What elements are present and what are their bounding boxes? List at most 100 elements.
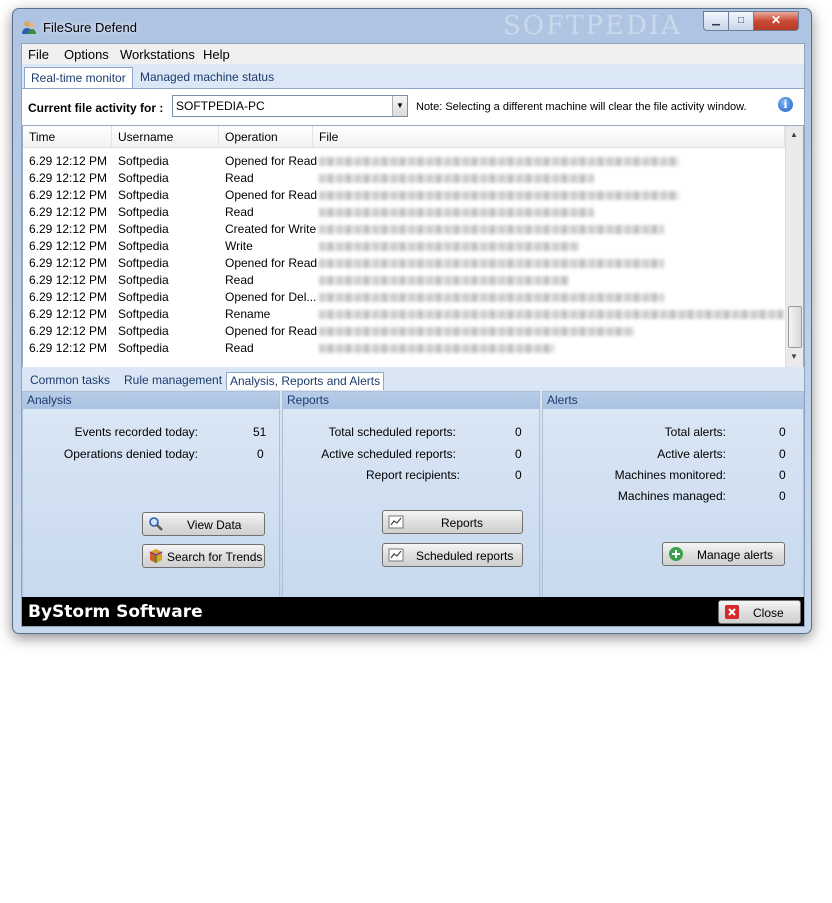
table-row[interactable]: 6.29 12:12 PM Softpedia Write [23, 238, 785, 255]
table-row[interactable]: 6.29 12:12 PM Softpedia Read [23, 340, 785, 357]
table-row[interactable]: 6.29 12:12 PM Softpedia Opened for Read [23, 153, 785, 170]
machine-select-value: SOFTPEDIA-PC [176, 99, 265, 113]
tab-realtime-monitor[interactable]: Real-time monitor [24, 67, 133, 88]
reports-panel-title: Reports [283, 392, 539, 409]
scroll-down-icon[interactable]: ▼ [790, 352, 798, 361]
cell-username: Softpedia [118, 290, 169, 304]
file-activity-grid[interactable]: Time Username Operation File 6.29 12:12 … [22, 125, 804, 387]
total-alerts-label: Total alerts: [664, 425, 726, 439]
table-row[interactable]: 6.29 12:12 PM Softpedia Opened for Del... [23, 289, 785, 306]
cell-operation: Created for Write [225, 222, 317, 236]
machines-managed-label: Machines managed: [617, 489, 726, 503]
column-header-operation[interactable]: Operation [219, 126, 313, 148]
reports-button[interactable]: Reports [382, 510, 523, 534]
maximize-button[interactable]: □ [728, 11, 754, 31]
menu-file[interactable]: File [28, 47, 49, 62]
report-recipients-value: 0 [515, 468, 522, 482]
reports-panel: Reports Total scheduled reports: 0 Activ… [282, 391, 540, 600]
machine-select[interactable]: SOFTPEDIA-PC ▼ [172, 95, 408, 117]
cell-time: 6.29 12:12 PM [29, 239, 108, 253]
cell-file-redacted [319, 208, 594, 217]
cell-time: 6.29 12:12 PM [29, 256, 108, 270]
cell-file-redacted [319, 276, 569, 285]
bottom-panel: Common tasks Rule management Analysis, R… [22, 367, 804, 903]
table-row[interactable]: 6.29 12:12 PM Softpedia Created for Write [23, 221, 785, 238]
cell-time: 6.29 12:12 PM [29, 205, 108, 219]
info-icon[interactable]: i [778, 97, 793, 112]
watermark-overlay: SOFTPEDIA [132, 879, 274, 903]
scroll-up-icon[interactable]: ▲ [790, 130, 798, 139]
table-row[interactable]: 6.29 12:12 PM Softpedia Read [23, 204, 785, 221]
main-window: FileSure Defend SOFTPEDIA ▁ □ ✕ File Opt… [12, 8, 812, 903]
activity-toolbar: Current file activity for : SOFTPEDIA-PC… [22, 88, 804, 125]
cell-time: 6.29 12:12 PM [29, 307, 108, 321]
cell-operation: Rename [225, 307, 271, 321]
cell-username: Softpedia [118, 222, 169, 236]
cell-operation: Opened for Read [225, 256, 318, 270]
chevron-down-icon[interactable]: ▼ [392, 96, 407, 116]
vertical-scroll-thumb[interactable] [788, 306, 802, 348]
close-window-button[interactable]: ✕ [753, 11, 799, 31]
total-alerts-value: 0 [779, 425, 786, 439]
table-row[interactable]: 6.29 12:12 PM Softpedia Opened for Read [23, 255, 785, 272]
search-for-trends-button[interactable]: Search for Trends [142, 544, 265, 568]
cell-username: Softpedia [118, 324, 169, 338]
footer-bar: ByStorm Software Close [22, 597, 804, 626]
menu-options[interactable]: Options [64, 47, 109, 62]
scheduled-reports-label: Scheduled reports [416, 549, 514, 563]
cell-operation: Read [225, 273, 254, 287]
cell-time: 6.29 12:12 PM [29, 341, 108, 355]
menu-help[interactable]: Help [203, 47, 230, 62]
view-data-button[interactable]: View Data [142, 512, 265, 536]
cell-operation: Read [225, 341, 254, 355]
cell-file-redacted [319, 174, 594, 183]
vertical-scrollbar[interactable]: ▲ ▼ [785, 126, 803, 370]
close-button[interactable]: Close [718, 600, 801, 624]
scheduled-reports-button[interactable]: Scheduled reports [382, 543, 523, 567]
table-row[interactable]: 6.29 12:12 PM Softpedia Opened for Read [23, 323, 785, 340]
cell-time: 6.29 12:12 PM [29, 222, 108, 236]
table-row[interactable]: 6.29 12:12 PM Softpedia Opened for Read [23, 187, 785, 204]
cell-username: Softpedia [118, 307, 169, 321]
report-recipients-label: Report recipients: [365, 468, 460, 482]
table-row[interactable]: 6.29 12:12 PM Softpedia Read [23, 170, 785, 187]
tab-common-tasks[interactable]: Common tasks [27, 372, 113, 389]
minimize-button[interactable]: ▁ [703, 11, 729, 31]
tab-rule-management[interactable]: Rule management [121, 372, 225, 389]
menu-bar: File Options Workstations Help [22, 44, 804, 64]
table-row[interactable]: 6.29 12:12 PM Softpedia Rename [23, 306, 785, 323]
column-header-file[interactable]: File [313, 126, 785, 148]
table-row[interactable]: 6.29 12:12 PM Softpedia Read [23, 272, 785, 289]
manage-alerts-button[interactable]: Manage alerts [662, 542, 785, 566]
active-scheduled-reports-value: 0 [515, 447, 522, 461]
active-alerts-label: Active alerts: [657, 447, 726, 461]
cube-icon [149, 549, 163, 563]
cell-time: 6.29 12:12 PM [29, 324, 108, 338]
window-title: FileSure Defend [43, 20, 137, 35]
cell-file-redacted [319, 191, 679, 200]
close-button-label: Close [753, 606, 784, 620]
cell-username: Softpedia [118, 188, 169, 202]
column-header-time[interactable]: Time [23, 126, 112, 148]
chart-icon [388, 548, 404, 562]
brand-label: ByStorm Software [28, 602, 203, 622]
cell-file-redacted [319, 327, 634, 336]
tab-managed-machine-status[interactable]: Managed machine status [134, 67, 280, 87]
cell-time: 6.29 12:12 PM [29, 188, 108, 202]
operations-denied-label: Operations denied today: [63, 447, 198, 461]
cell-username: Softpedia [118, 154, 169, 168]
manage-alerts-label: Manage alerts [697, 548, 774, 562]
tab-analysis-reports-alerts[interactable]: Analysis, Reports and Alerts [226, 372, 385, 390]
alerts-panel-title: Alerts [543, 392, 803, 409]
menu-workstations[interactable]: Workstations [120, 47, 195, 62]
title-bar[interactable]: FileSure Defend SOFTPEDIA ▁ □ ✕ [13, 9, 811, 43]
total-scheduled-reports-label: Total scheduled reports: [328, 425, 456, 439]
cell-file-redacted [319, 344, 554, 353]
cell-operation: Opened for Read [225, 324, 318, 338]
current-activity-label: Current file activity for : [28, 101, 164, 115]
cell-operation: Read [225, 171, 254, 185]
events-recorded-value: 51 [253, 425, 267, 439]
chart-icon [388, 515, 404, 529]
client-area: File Options Workstations Help Real-time… [21, 43, 805, 903]
column-header-username[interactable]: Username [112, 126, 219, 148]
